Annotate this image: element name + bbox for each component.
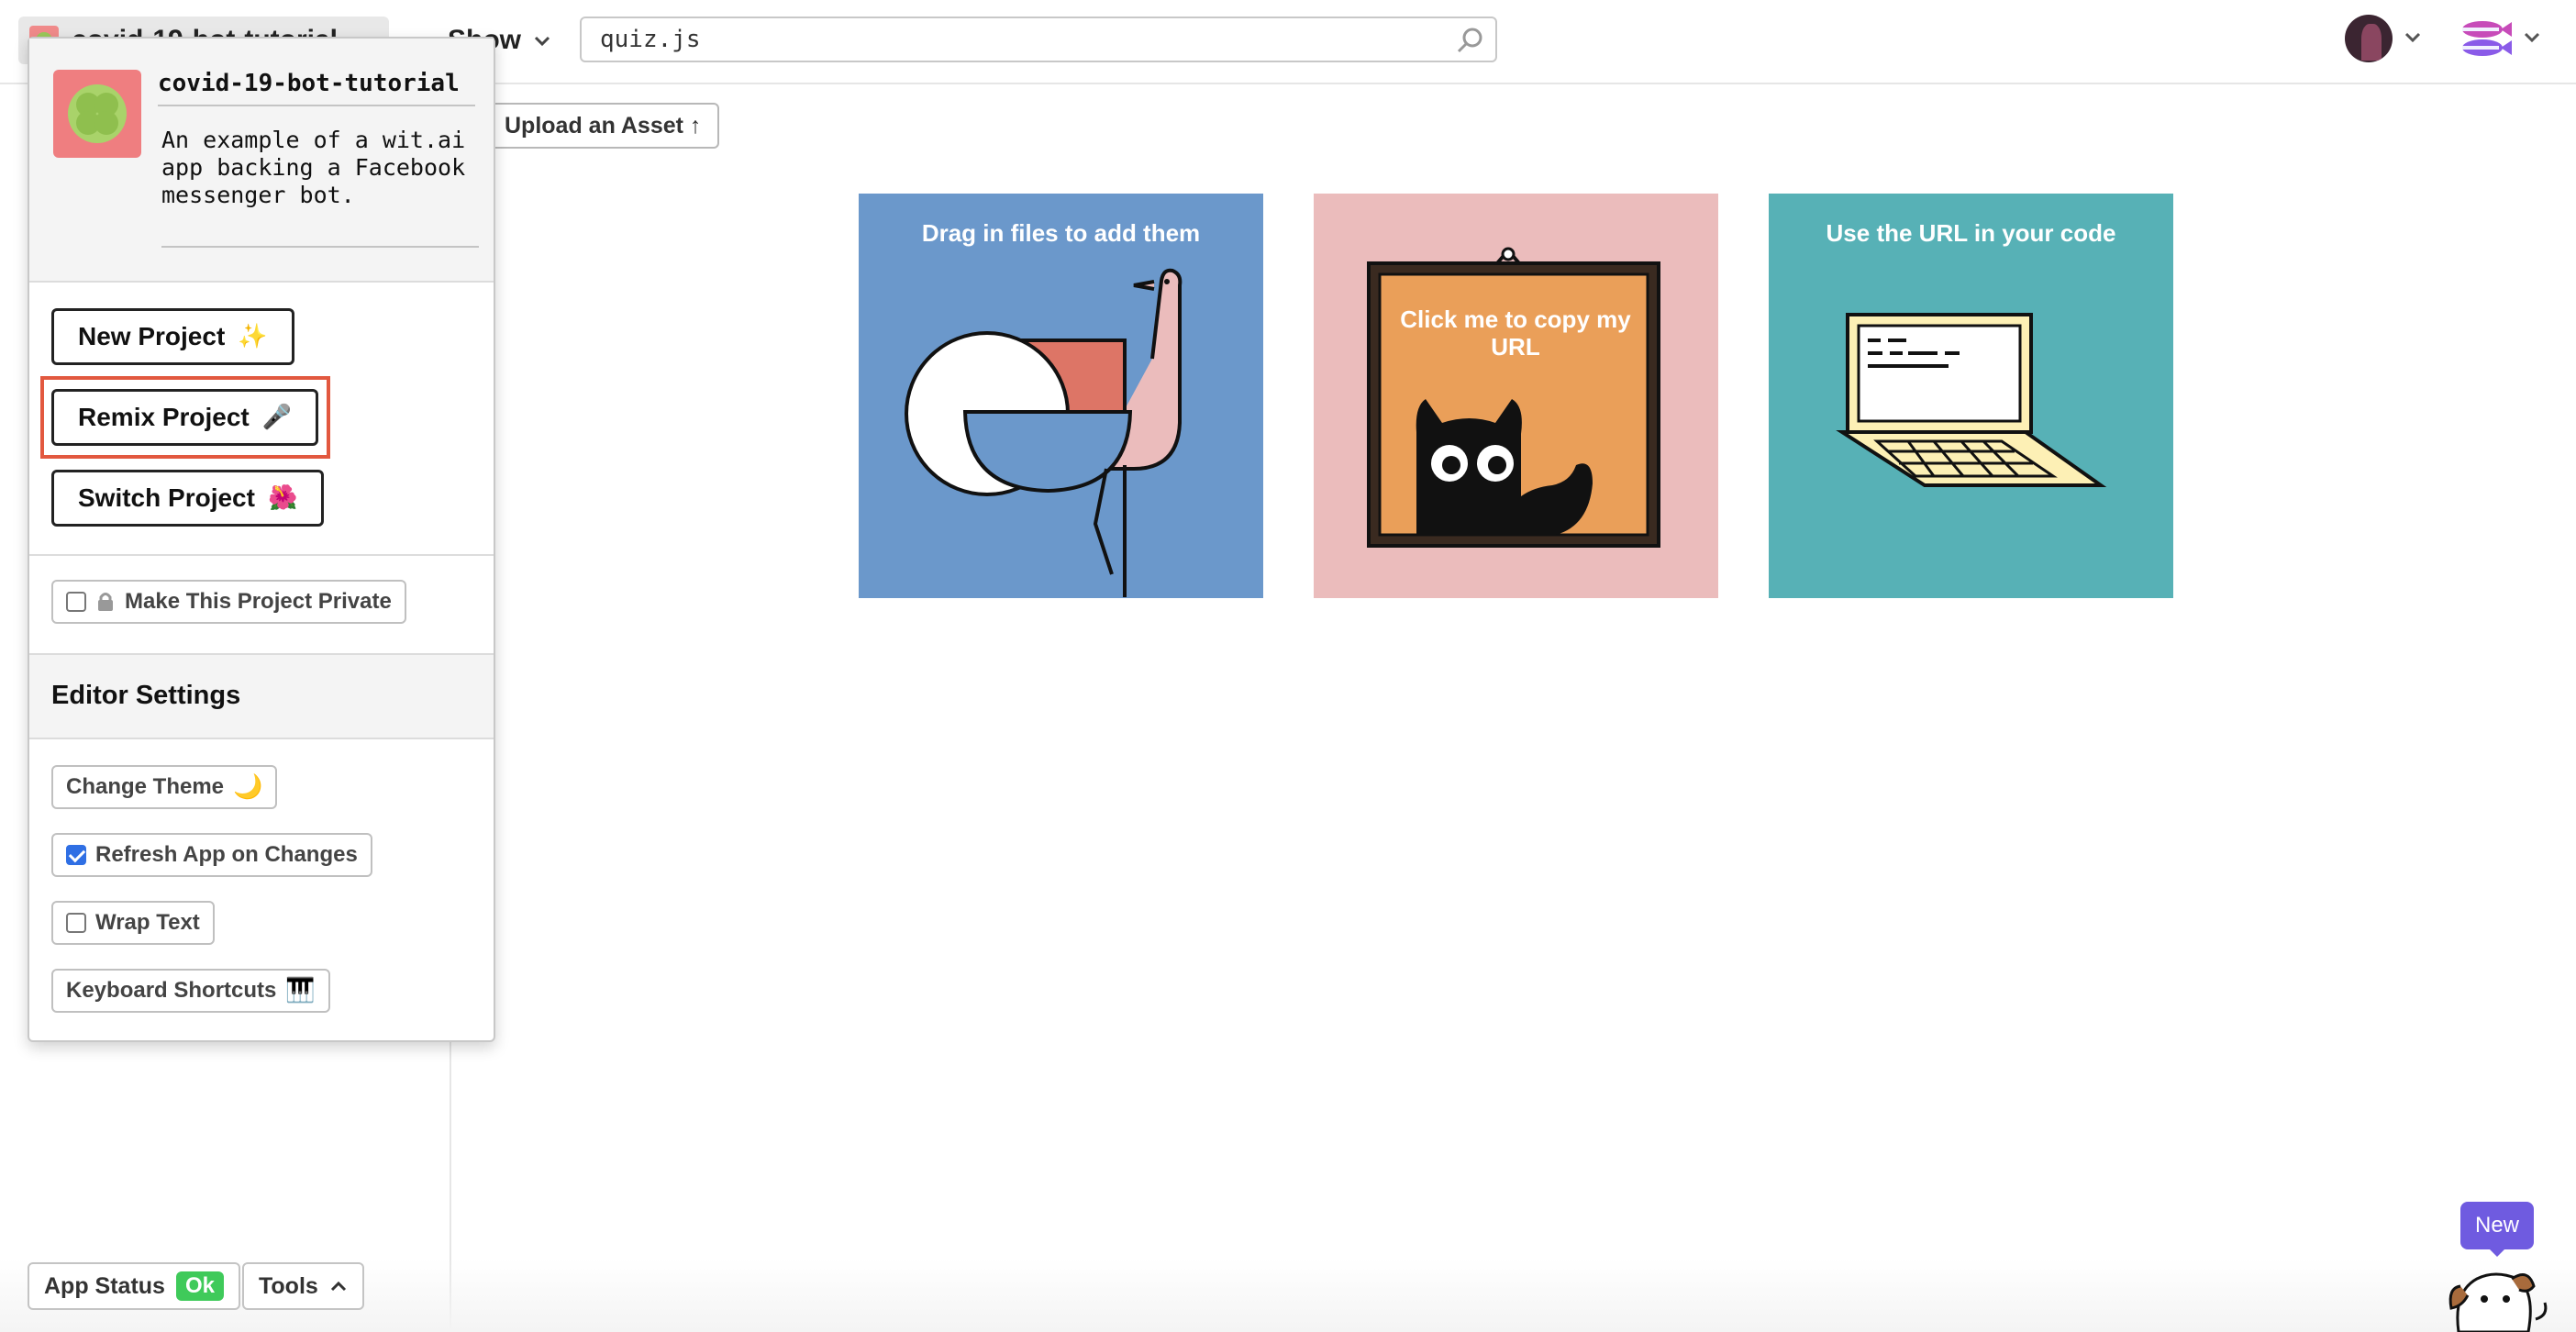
copy-url-card[interactable]: Click me to copy my URL (1314, 194, 1718, 598)
card-title: Click me to copy my URL (1400, 305, 1631, 361)
remix-project-button[interactable]: Remix Project 🎤 (51, 389, 319, 446)
card-title: Use the URL in your code (1826, 219, 2116, 247)
lock-icon (98, 593, 113, 611)
tools-label: Tools (259, 1272, 318, 1299)
divider (29, 554, 494, 556)
team-fish-avatar-icon[interactable] (2455, 15, 2514, 62)
change-theme-button[interactable]: Change Theme 🌙 (51, 765, 278, 809)
private-checkbox[interactable] (66, 592, 86, 612)
remix-project-label: Remix Project (78, 403, 250, 431)
hibiscus-icon: 🌺 (267, 484, 298, 512)
search-input[interactable] (580, 17, 1497, 62)
chevron-down-icon (534, 36, 550, 47)
clover-icon (68, 84, 127, 143)
drag-files-card[interactable]: Drag in files to add them (859, 194, 1263, 598)
bottom-fade (0, 1259, 2576, 1332)
status-badge: Ok (175, 1271, 224, 1301)
chevron-down-icon[interactable] (2402, 26, 2424, 48)
refresh-app-toggle[interactable]: Refresh App on Changes (51, 833, 372, 877)
wrap-text-toggle[interactable]: Wrap Text (51, 901, 215, 945)
project-info-section: covid-19-bot-tutorial An example of a wi… (29, 39, 494, 283)
make-private-toggle[interactable]: Make This Project Private (51, 580, 406, 624)
app-status-button[interactable]: App Status Ok (28, 1262, 240, 1310)
tools-button[interactable]: Tools (242, 1262, 364, 1310)
editor-settings-title: Editor Settings (51, 681, 241, 710)
card-title: Drag in files to add them (921, 219, 1201, 247)
laptop-illustration (1836, 313, 2107, 487)
new-badge[interactable]: New (2460, 1202, 2534, 1257)
upload-asset-button[interactable]: Upload an Asset ↑ (486, 103, 720, 149)
refresh-app-label: Refresh App on Changes (95, 842, 358, 867)
editor-settings-header: Editor Settings (29, 653, 494, 739)
user-avatar[interactable] (2345, 15, 2393, 62)
framed-cat-illustration (1367, 247, 1660, 548)
sparkles-icon: ✨ (238, 323, 268, 350)
project-name-field[interactable]: covid-19-bot-tutorial (158, 70, 475, 106)
keyboard-shortcuts-label: Keyboard Shortcuts (66, 978, 277, 1003)
new-project-button[interactable]: New Project ✨ (51, 308, 294, 365)
change-theme-label: Change Theme (66, 774, 225, 799)
new-project-label: New Project (78, 322, 226, 350)
project-options-popover: covid-19-bot-tutorial An example of a wi… (28, 37, 495, 1042)
keyboard-shortcuts-button[interactable]: Keyboard Shortcuts 🎹 (51, 969, 330, 1013)
make-private-label: Make This Project Private (125, 589, 392, 614)
app-status-label: App Status (44, 1272, 165, 1299)
wrap-text-label: Wrap Text (95, 910, 200, 935)
chevron-up-icon (330, 1281, 346, 1292)
refresh-app-checkbox[interactable] (66, 845, 86, 865)
dog-mascot-icon[interactable] (2440, 1255, 2550, 1332)
project-description-field[interactable]: An example of a wit.ai app backing a Fac… (161, 127, 479, 248)
switch-project-button[interactable]: Switch Project 🌺 (51, 470, 325, 527)
wrap-text-checkbox[interactable] (66, 913, 86, 933)
use-url-card[interactable]: Use the URL in your code (1769, 194, 2173, 598)
crescent-moon-icon: 🌙 (233, 773, 263, 801)
microphone-icon: 🎤 (261, 404, 293, 431)
piano-keyboard-icon: 🎹 (285, 977, 316, 1005)
chevron-down-icon[interactable] (2521, 26, 2543, 48)
search-icon[interactable] (1455, 25, 1486, 56)
ostrich-illustration (905, 268, 1183, 597)
project-avatar-icon (53, 70, 141, 158)
switch-project-label: Switch Project (78, 483, 255, 512)
